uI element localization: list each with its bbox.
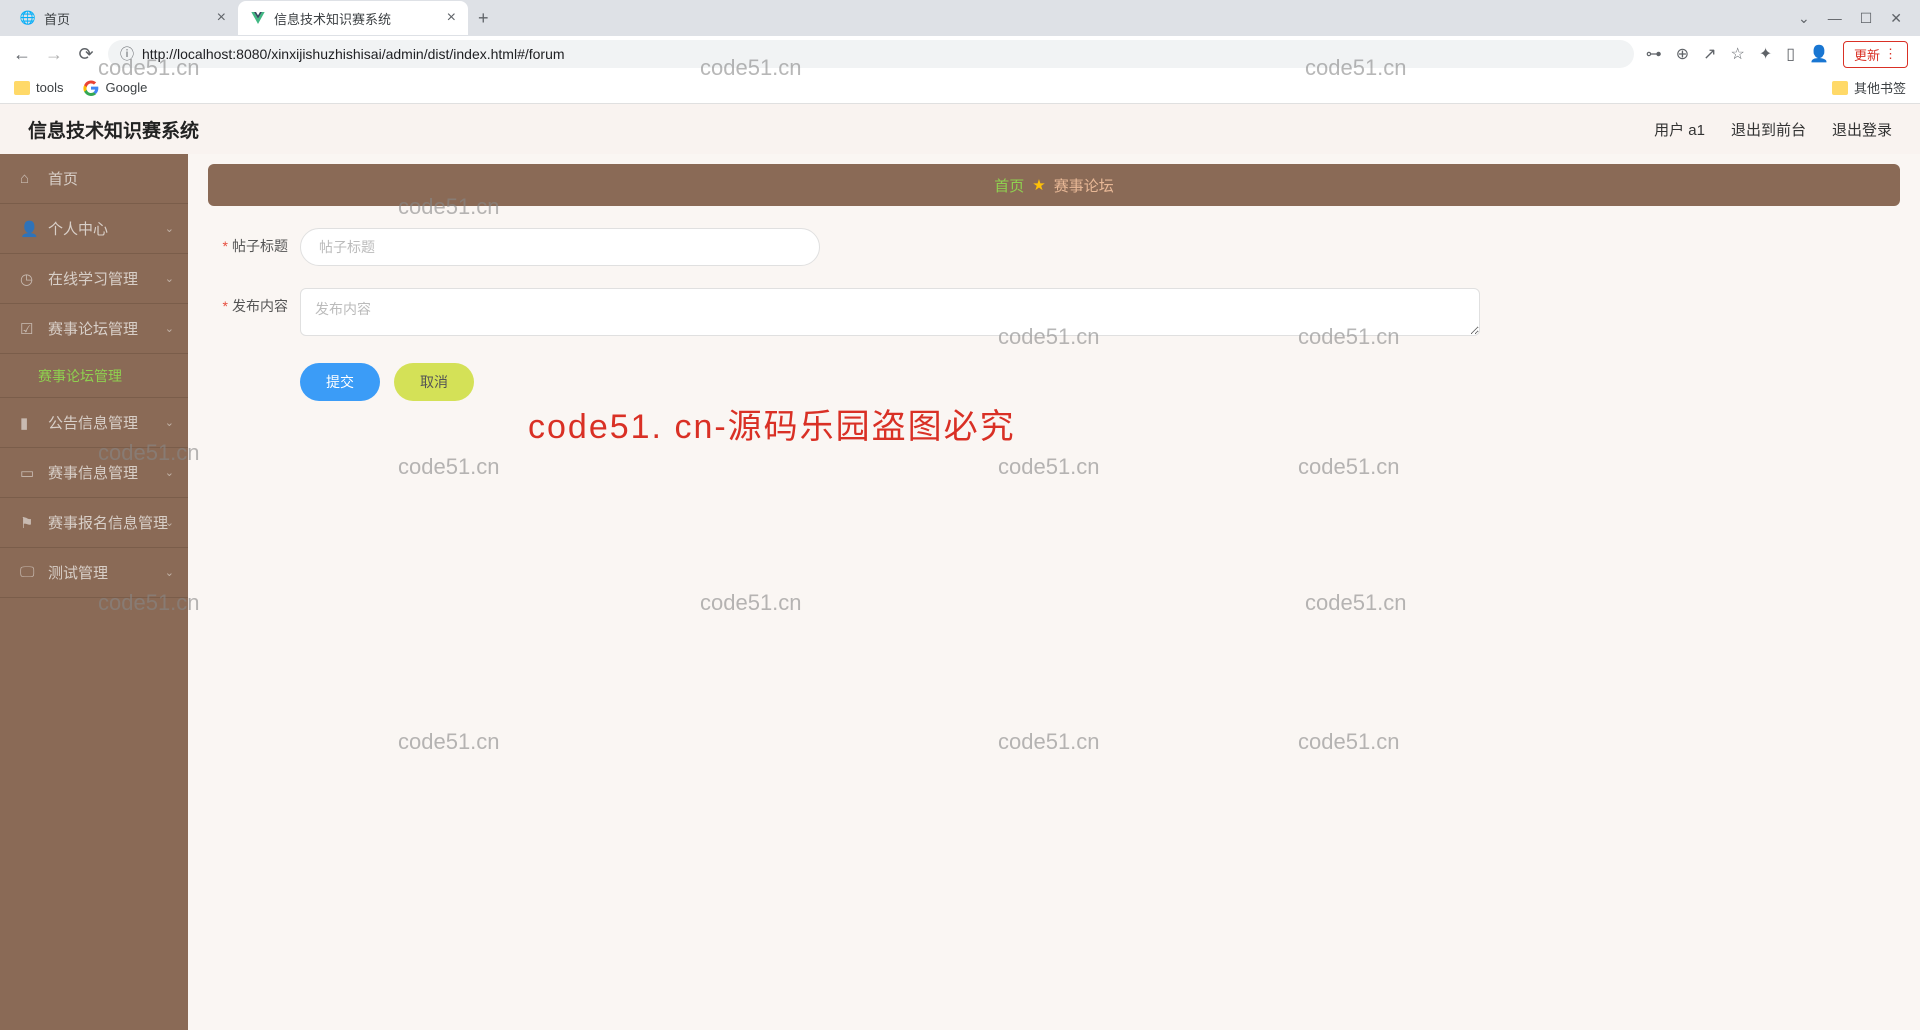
watermark: code51.cn	[398, 729, 500, 755]
user-label[interactable]: 用户 a1	[1654, 119, 1705, 140]
home-icon: ⌂	[20, 170, 38, 187]
menu-icon: ⋮	[1884, 46, 1897, 62]
breadcrumb: 首页 ★ 赛事论坛	[208, 164, 1900, 206]
watermark: code51.cn	[998, 454, 1100, 480]
tab-home[interactable]: 🌐 首页 ×	[8, 1, 238, 35]
chevron-down-icon[interactable]: ⌄	[1798, 10, 1810, 27]
breadcrumb-home[interactable]: 首页	[994, 175, 1024, 196]
globe-icon: 🌐	[20, 10, 36, 26]
sidebar: ⌂ 首页 👤 个人中心 ⌄ ◷ 在线学习管理 ⌄ ☑ 赛事论坛管理 ⌄ 赛事论坛…	[0, 154, 188, 1030]
profile-icon[interactable]: 👤	[1809, 44, 1829, 64]
chevron-down-icon: ⌄	[165, 416, 174, 429]
minimize-icon[interactable]: —	[1828, 10, 1842, 27]
folder-icon	[1832, 81, 1848, 95]
watermark: code51.cn	[1298, 729, 1400, 755]
browser-chrome: 🌐 首页 × 信息技术知识赛系统 × + ⌄ — ☐ ✕ ← → ⟳ ⓘ htt…	[0, 0, 1920, 104]
sidebar-item-notice[interactable]: ▮ 公告信息管理 ⌄	[0, 398, 188, 448]
bookmarks-bar: tools Google 其他书签	[0, 72, 1920, 104]
close-window-icon[interactable]: ✕	[1890, 10, 1902, 27]
tab-app[interactable]: 信息技术知识赛系统 ×	[238, 1, 468, 35]
folder-icon	[14, 81, 30, 95]
panel-icon[interactable]: ▯	[1786, 44, 1795, 64]
title-label: *帖子标题	[208, 228, 288, 256]
to-frontend-link[interactable]: 退出到前台	[1731, 119, 1806, 140]
pin-icon: ▮	[20, 414, 38, 432]
form-row-content: *发布内容	[208, 288, 1900, 341]
url-input[interactable]: ⓘ http://localhost:8080/xinxijishuzhishi…	[108, 40, 1634, 68]
tab-title: 首页	[44, 9, 70, 28]
clock-icon: ◷	[20, 270, 38, 288]
star-icon: ★	[1032, 176, 1045, 194]
sidebar-item-home[interactable]: ⌂ 首页	[0, 154, 188, 204]
chevron-down-icon: ⌄	[165, 466, 174, 479]
extension-icon[interactable]: ✦	[1759, 44, 1772, 64]
watermark-big: code51. cn-源码乐园盗图必究	[528, 399, 1016, 448]
chevron-down-icon: ⌄	[165, 222, 174, 235]
chevron-down-icon: ⌄	[165, 566, 174, 579]
app-body: ⌂ 首页 👤 个人中心 ⌄ ◷ 在线学习管理 ⌄ ☑ 赛事论坛管理 ⌄ 赛事论坛…	[0, 154, 1920, 1030]
new-tab-button[interactable]: +	[468, 8, 499, 29]
reload-button[interactable]: ⟳	[76, 44, 96, 65]
watermark: code51.cn	[998, 729, 1100, 755]
sidebar-item-learning[interactable]: ◷ 在线学习管理 ⌄	[0, 254, 188, 304]
sidebar-item-test[interactable]: 🖵 测试管理 ⌄	[0, 548, 188, 598]
info-icon[interactable]: ⓘ	[120, 44, 134, 64]
form-buttons: 提交 取消	[300, 363, 1900, 401]
tab-title: 信息技术知识赛系统	[274, 9, 391, 28]
url-text: http://localhost:8080/xinxijishuzhishisa…	[142, 46, 565, 62]
chevron-down-icon: ⌄	[165, 516, 174, 529]
vue-icon	[250, 10, 266, 26]
app-header: 信息技术知识赛系统 用户 a1 退出到前台 退出登录	[0, 104, 1920, 154]
star-icon[interactable]: ☆	[1731, 44, 1745, 64]
logout-link[interactable]: 退出登录	[1832, 119, 1892, 140]
watermark: code51.cn	[1298, 454, 1400, 480]
zoom-icon[interactable]: ⊕	[1676, 44, 1689, 64]
content: 首页 ★ 赛事论坛 *帖子标题 *发布内容 提交 取消 code51.cn	[188, 154, 1920, 1030]
sidebar-item-forum[interactable]: ☑ 赛事论坛管理 ⌄	[0, 304, 188, 354]
google-icon	[83, 80, 99, 96]
maximize-icon[interactable]: ☐	[1860, 10, 1873, 27]
monitor-icon: 🖵	[20, 564, 38, 581]
share-icon[interactable]: ↗	[1703, 44, 1716, 64]
submit-button[interactable]: 提交	[300, 363, 380, 401]
key-icon[interactable]: ⊶	[1646, 44, 1662, 64]
card-icon: ▭	[20, 464, 38, 482]
chevron-down-icon: ⌄	[165, 322, 174, 335]
sidebar-item-signup[interactable]: ⚑ 赛事报名信息管理 ⌄	[0, 498, 188, 548]
back-button[interactable]: ←	[12, 44, 32, 65]
user-icon: 👤	[20, 220, 38, 238]
watermark: code51.cn	[398, 454, 500, 480]
close-icon[interactable]: ×	[447, 9, 456, 27]
bookmark-tools[interactable]: tools	[14, 80, 63, 95]
title-input[interactable]	[300, 228, 820, 266]
check-icon: ☑	[20, 320, 38, 338]
content-label: *发布内容	[208, 288, 288, 316]
bookmark-google[interactable]: Google	[83, 80, 147, 96]
sidebar-subitem-forum-manage[interactable]: 赛事论坛管理	[0, 354, 188, 398]
app-title: 信息技术知识赛系统	[28, 116, 199, 143]
content-textarea[interactable]	[300, 288, 1480, 336]
forward-button[interactable]: →	[44, 44, 64, 65]
bookmark-other[interactable]: 其他书签	[1832, 78, 1906, 97]
breadcrumb-current: 赛事论坛	[1054, 175, 1114, 196]
window-controls: ⌄ — ☐ ✕	[1798, 10, 1920, 27]
sidebar-item-profile[interactable]: 👤 个人中心 ⌄	[0, 204, 188, 254]
address-bar: ← → ⟳ ⓘ http://localhost:8080/xinxijishu…	[0, 36, 1920, 72]
sidebar-item-event-info[interactable]: ▭ 赛事信息管理 ⌄	[0, 448, 188, 498]
chevron-down-icon: ⌄	[165, 272, 174, 285]
update-button[interactable]: 更新 ⋮	[1843, 41, 1908, 68]
cancel-button[interactable]: 取消	[394, 363, 474, 401]
close-icon[interactable]: ×	[217, 9, 226, 27]
flag-icon: ⚑	[20, 514, 38, 532]
tab-bar: 🌐 首页 × 信息技术知识赛系统 × + ⌄ — ☐ ✕	[0, 0, 1920, 36]
form-row-title: *帖子标题	[208, 228, 1900, 266]
